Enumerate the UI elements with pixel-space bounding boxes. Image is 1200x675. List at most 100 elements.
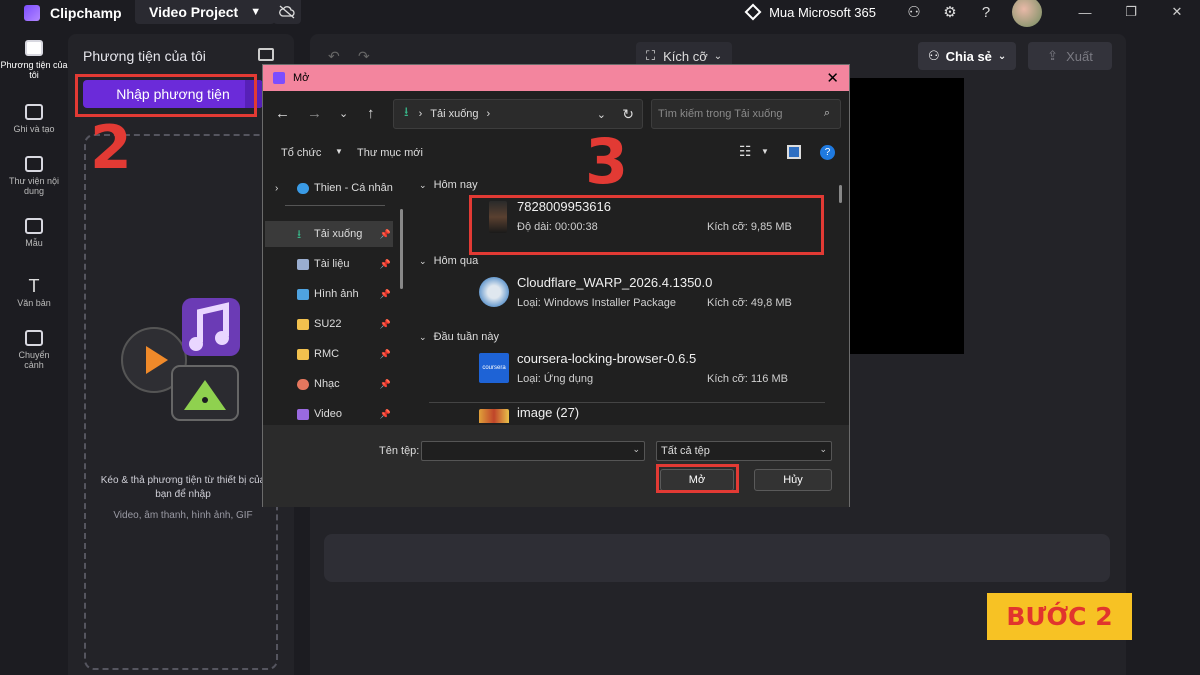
recent-chevron-icon[interactable]: ⌄ bbox=[339, 107, 348, 120]
file-type-value: Tất cả tệp bbox=[661, 445, 710, 457]
chevron-down-icon: ⌄ bbox=[997, 50, 1007, 62]
pin-icon: 📌 bbox=[379, 318, 391, 329]
help-icon[interactable]: ? bbox=[968, 4, 1004, 21]
navigation-bar: ← → ⌄ ↑ ⭳ › Tải xuống › ⌄ ↻ Tìm kiếm tro… bbox=[263, 97, 849, 131]
nav-item-music[interactable]: Nhạc 📌 bbox=[265, 371, 393, 397]
undo-icon[interactable]: ↶ bbox=[328, 48, 340, 65]
file-name: image (27) bbox=[517, 405, 580, 420]
app-name: Clipchamp bbox=[50, 5, 122, 21]
nav-item-rmc[interactable]: RMC 📌 bbox=[265, 341, 393, 367]
media-dropzone[interactable]: Kéo & thả phương tiện từ thiết bị của bạ… bbox=[84, 134, 278, 670]
address-history-icon[interactable]: ⌄ bbox=[597, 108, 606, 121]
nav-item-pictures[interactable]: Hình ảnh 📌 bbox=[265, 281, 393, 307]
back-arrow-icon[interactable]: ← bbox=[275, 105, 290, 122]
chevron-down-icon: ⌄ bbox=[419, 256, 427, 266]
top-right-controls: Mua Microsoft 365 ⚇ ⚙ ? — ❐ ✕ bbox=[744, 0, 1200, 27]
new-folder-button[interactable]: Thư mục mới bbox=[357, 147, 423, 159]
redo-icon[interactable]: ↷ bbox=[358, 48, 370, 65]
onedrive-icon bbox=[297, 182, 309, 194]
left-rail: Phương tiện của tôi Ghi và tạo Thư viện … bbox=[0, 32, 68, 675]
library-icon bbox=[25, 156, 43, 172]
search-input[interactable]: Tìm kiếm trong Tải xuống ⌕ bbox=[651, 99, 841, 129]
cloud-sync-button[interactable] bbox=[273, 0, 301, 24]
file-item-image[interactable]: image (27) bbox=[479, 401, 829, 423]
timeline-track[interactable] bbox=[324, 534, 1110, 582]
file-size: Kích cỡ: 116 MB bbox=[707, 373, 788, 385]
music-icon bbox=[297, 378, 309, 390]
step2-number: 2 bbox=[90, 113, 132, 183]
export-label: Xuất bbox=[1066, 48, 1093, 64]
organize-menu[interactable]: Tổ chức bbox=[281, 147, 321, 159]
group-header-yesterday[interactable]: ⌄ Hôm qua bbox=[419, 255, 478, 267]
nav-item-downloads[interactable]: ⭳ Tải xuống 📌 bbox=[265, 221, 393, 247]
rail-item-templates[interactable]: Mẫu bbox=[0, 218, 68, 248]
nav-item-onedrive[interactable]: › Thien - Cá nhân bbox=[265, 175, 393, 201]
video-preview[interactable] bbox=[850, 78, 964, 354]
step3-number: 3 bbox=[585, 125, 629, 198]
pin-icon: 📌 bbox=[379, 408, 391, 419]
nav-item-label: Thien - Cá nhân bbox=[314, 182, 393, 194]
nav-scrollbar[interactable] bbox=[400, 209, 403, 289]
media-types-illustration bbox=[121, 298, 240, 421]
breadcrumb-separator: › bbox=[486, 108, 491, 120]
gear-icon[interactable]: ⚙ bbox=[932, 3, 968, 21]
share-button[interactable]: ⚇ Chia sẻ ⌄ bbox=[918, 42, 1017, 70]
rail-item-library[interactable]: Thư viện nội dung bbox=[0, 156, 68, 196]
community-icon[interactable]: ⚇ bbox=[896, 3, 932, 21]
rail-item-label: Phương tiện của tôi bbox=[0, 60, 68, 80]
close-icon[interactable]: ✕ bbox=[826, 69, 839, 87]
breadcrumb[interactable]: Tải xuống bbox=[430, 108, 478, 120]
folder-icon bbox=[25, 40, 43, 56]
file-item-coursera[interactable]: coursera coursera-locking-browser-0.6.5 … bbox=[479, 345, 829, 401]
pictures-icon bbox=[297, 288, 309, 300]
cancel-button[interactable]: Hủy bbox=[754, 469, 832, 491]
nav-item-documents[interactable]: Tài liệu 📌 bbox=[265, 251, 393, 277]
project-menu-button[interactable]: Video Project ▼ bbox=[135, 0, 276, 24]
up-arrow-icon[interactable]: ↑ bbox=[367, 105, 375, 122]
clipchamp-icon bbox=[24, 5, 40, 21]
help-icon[interactable]: ? bbox=[820, 145, 835, 160]
nav-item-label: Video bbox=[314, 408, 342, 420]
rail-item-record[interactable]: Ghi và tạo bbox=[0, 104, 68, 134]
file-type-select[interactable]: Tất cả tệp ⌄ bbox=[656, 441, 832, 461]
minimize-icon[interactable]: — bbox=[1062, 5, 1108, 20]
search-icon: ⌕ bbox=[823, 107, 830, 119]
nav-item-su22[interactable]: SU22 📌 bbox=[265, 311, 393, 337]
chevron-down-icon: ⌄ bbox=[713, 50, 723, 62]
buy-ms365-link[interactable]: Mua Microsoft 365 bbox=[744, 3, 876, 21]
collapse-panel-icon[interactable] bbox=[258, 48, 274, 61]
rail-item-label: Chuyển cảnh bbox=[18, 350, 50, 370]
chevron-right-icon[interactable]: › bbox=[275, 183, 278, 194]
file-item-installer[interactable]: Cloudflare_WARP_2026.4.1350.0 Loại: Wind… bbox=[479, 269, 829, 325]
rail-item-text[interactable]: T Văn bản bbox=[0, 276, 68, 308]
caret-down-icon: ▼ bbox=[761, 147, 769, 156]
chevron-down-icon[interactable]: ⌄ bbox=[632, 444, 640, 455]
group-label: Đầu tuần này bbox=[433, 331, 500, 343]
file-scrollbar[interactable] bbox=[839, 185, 842, 203]
media-panel-title: Phương tiện của tôi bbox=[83, 48, 206, 64]
rail-item-transitions[interactable]: Chuyển cảnh bbox=[0, 330, 68, 370]
close-icon[interactable]: ✕ bbox=[1154, 4, 1200, 20]
export-button[interactable]: ⇪ Xuất bbox=[1028, 42, 1112, 70]
text-icon: T bbox=[28, 276, 40, 296]
breadcrumb-separator: › bbox=[418, 108, 423, 120]
forward-arrow-icon[interactable]: → bbox=[307, 105, 322, 122]
group-header-today[interactable]: ⌄ Hôm nay bbox=[419, 179, 478, 191]
people-icon: ⚇ bbox=[928, 48, 940, 63]
file-size: Kích cỡ: 49,8 MB bbox=[707, 297, 792, 309]
filename-label: Tên tệp: bbox=[379, 445, 420, 457]
templates-icon bbox=[25, 218, 43, 234]
nav-item-videos[interactable]: Video 📌 bbox=[265, 401, 393, 423]
rail-item-my-media[interactable]: Phương tiện của tôi bbox=[0, 40, 68, 80]
restore-icon[interactable]: ❐ bbox=[1108, 4, 1154, 20]
refresh-icon[interactable]: ↻ bbox=[622, 106, 634, 123]
preview-pane-icon[interactable] bbox=[787, 145, 801, 159]
avatar[interactable] bbox=[1012, 0, 1042, 27]
filename-field[interactable]: ⌄ bbox=[421, 441, 645, 461]
view-options-icon[interactable]: ☷ bbox=[739, 143, 752, 160]
group-label: Hôm nay bbox=[433, 179, 478, 191]
group-header-this-week[interactable]: ⌄ Đầu tuần này bbox=[419, 331, 499, 343]
nav-item-label: Tải xuống bbox=[314, 228, 363, 240]
title-bar: Clipchamp Video Project ▼ Mua Microsoft … bbox=[0, 0, 1200, 27]
rail-item-label: Văn bản bbox=[17, 298, 51, 308]
